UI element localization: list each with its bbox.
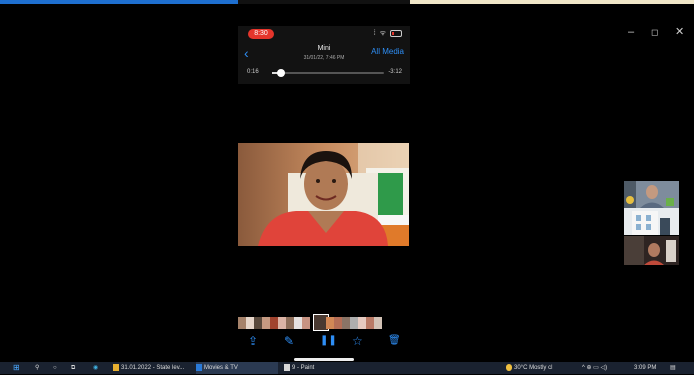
top-dark-band	[238, 0, 410, 4]
status-time: 8:30	[248, 29, 274, 39]
maximize-button[interactable]: ◻	[651, 26, 658, 38]
participant-avatar-2	[624, 208, 679, 235]
weather-label: 30°C Mostly cl	[514, 365, 553, 371]
thumbnail[interactable]	[334, 317, 342, 329]
movies-label: Movies & TV	[204, 365, 238, 371]
start-button[interactable]: ⊞	[13, 362, 23, 374]
thumbnail[interactable]	[238, 317, 246, 329]
weather-widget[interactable]: 30°C Mostly cl	[506, 362, 552, 374]
trash-icon[interactable]: 🗑	[388, 334, 401, 348]
windows-logo-icon: ⊞	[13, 363, 20, 372]
share-icon[interactable]: ⇪	[248, 334, 258, 348]
thumbnail[interactable]	[366, 317, 374, 329]
signal-wifi-icon: ⁞ ᯤ	[373, 30, 388, 37]
media-toolbar: ⇪ ✎ ❚❚ ☆ 🗑	[238, 332, 410, 352]
participant-tile-3[interactable]	[624, 236, 679, 265]
close-button[interactable]: ✕	[675, 26, 684, 38]
cortana-icon[interactable]: ○	[53, 362, 57, 374]
thumbnail[interactable]	[350, 317, 358, 329]
participant-tile-1[interactable]	[624, 181, 679, 208]
thumbnail[interactable]	[294, 317, 302, 329]
search-icon[interactable]: ⚲	[35, 362, 39, 374]
all-media-link[interactable]: All Media	[371, 47, 404, 56]
battery-icon	[390, 29, 402, 37]
status-icons: ⁞ ᯤ	[374, 29, 402, 38]
folder-icon	[113, 363, 119, 371]
top-strip	[0, 0, 694, 4]
system-tray-icons[interactable]: ^ ⊕ ▭ ◁)	[582, 362, 607, 374]
thumbnail[interactable]	[254, 317, 262, 329]
windows-taskbar: ⊞ ⚲ ○ ⧉ ◉ 31.01.2022 - State lev... Movi…	[0, 362, 694, 374]
thumbnail[interactable]	[326, 317, 334, 329]
notification-icon[interactable]: ▤	[670, 362, 676, 374]
video-frame	[238, 143, 409, 246]
remaining-time: -3:12	[388, 69, 402, 75]
thumbnail-strip[interactable]	[238, 314, 382, 331]
taskbar-movies-tv[interactable]: Movies & TV	[196, 362, 278, 374]
sun-cloud-icon	[506, 363, 512, 371]
phone-player-header: 8:30 ⁞ ᯤ ‹ Mini 31/01/22, 7:46 PM All Me…	[238, 26, 410, 84]
taskbar-file-explorer[interactable]: 31.01.2022 - State lev...	[113, 362, 191, 374]
edit-icon[interactable]: ✎	[284, 334, 294, 348]
thumbnail[interactable]	[358, 317, 366, 329]
participant-tile-2[interactable]	[624, 208, 679, 235]
elapsed-time: 0:16	[247, 69, 259, 75]
home-indicator	[294, 358, 354, 361]
favorite-star-icon[interactable]: ☆	[352, 334, 363, 348]
thumbnail[interactable]	[302, 317, 310, 329]
taskbar-clock[interactable]: 3:09 PM	[634, 362, 656, 374]
taskbar-paint[interactable]: 9 - Paint	[284, 362, 354, 374]
top-accent-bar	[0, 0, 238, 4]
thumbnail[interactable]	[374, 317, 382, 329]
movies-tv-icon	[196, 363, 202, 371]
edge-icon[interactable]: ◉	[93, 362, 98, 374]
thumbnail[interactable]	[286, 317, 294, 329]
participant-avatar-3	[624, 236, 679, 265]
scrubber-handle[interactable]	[276, 69, 285, 77]
thumbnail[interactable]	[342, 317, 350, 329]
thumbnail[interactable]	[278, 317, 286, 329]
participant-avatar-1	[624, 181, 679, 208]
minimize-button[interactable]: –	[628, 26, 634, 38]
thumbnail[interactable]	[262, 317, 270, 329]
thumbnail[interactable]	[270, 317, 278, 329]
paint-icon	[284, 363, 290, 371]
paint-label: 9 - Paint	[292, 365, 315, 371]
thumbnail[interactable]	[246, 317, 254, 329]
task-view-icon[interactable]: ⧉	[71, 362, 75, 374]
explorer-label: 31.01.2022 - State lev...	[121, 365, 185, 371]
scrubber-track[interactable]	[272, 69, 384, 77]
pause-icon[interactable]: ❚❚	[320, 334, 337, 348]
video-frame-image	[238, 143, 409, 246]
